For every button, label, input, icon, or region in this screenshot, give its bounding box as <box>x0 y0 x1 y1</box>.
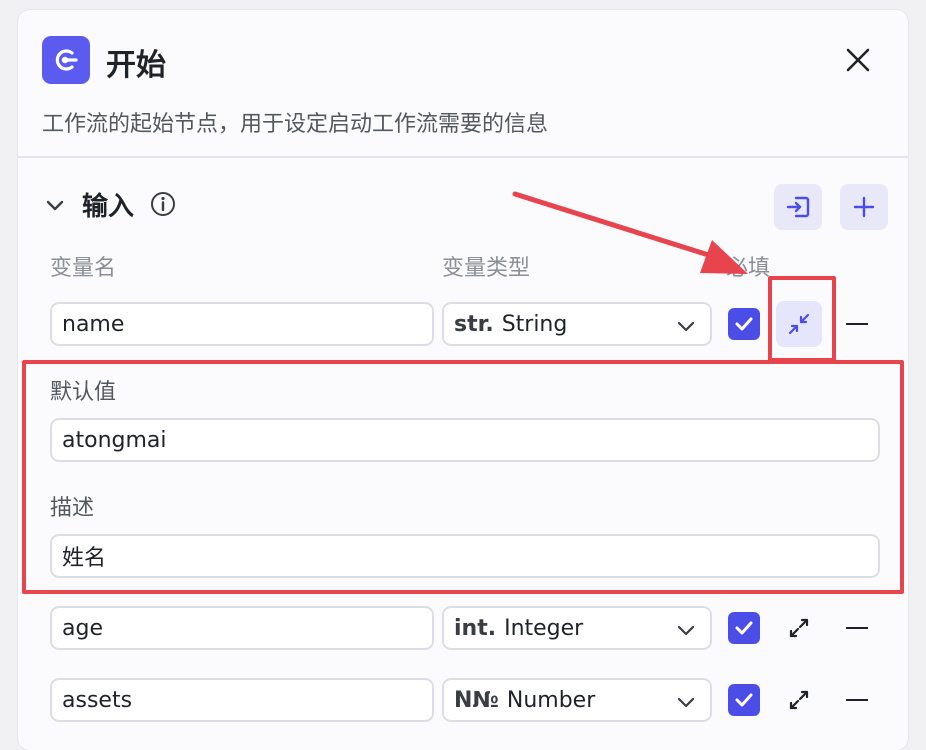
arrow-annotation <box>512 191 748 274</box>
